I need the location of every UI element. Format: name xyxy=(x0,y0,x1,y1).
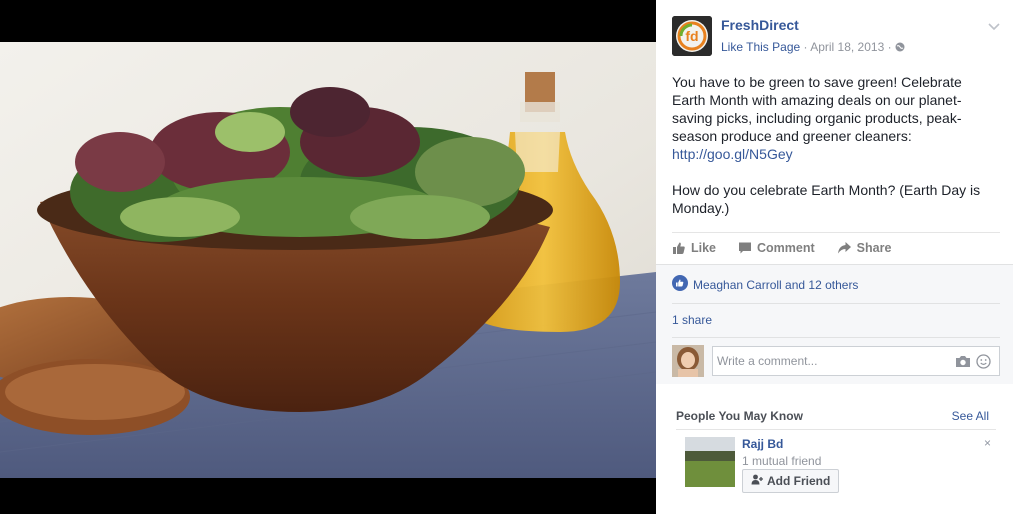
close-icon[interactable]: × xyxy=(984,436,991,450)
commenter-avatar xyxy=(672,345,704,377)
camera-icon[interactable] xyxy=(955,354,971,373)
comment-box xyxy=(712,346,1000,376)
add-friend-button[interactable]: Add Friend xyxy=(742,469,840,493)
post-actions: Like Comment Share xyxy=(672,238,891,258)
actions-divider xyxy=(672,232,1000,233)
post-paragraph-1-text: You have to be green to save green! Cele… xyxy=(672,74,962,144)
meta-separator: · xyxy=(803,40,808,54)
photo-viewer xyxy=(0,0,656,514)
feedback-section: Meaghan Carroll and 12 others 1 share xyxy=(656,264,1013,384)
post-link[interactable]: http://goo.gl/N5Gey xyxy=(672,146,793,162)
comment-icon xyxy=(738,241,752,255)
page-avatar[interactable]: fd xyxy=(672,16,712,56)
reactions-text: Meaghan Carroll and 12 others xyxy=(693,277,859,292)
reactions-summary[interactable]: Meaghan Carroll and 12 others xyxy=(672,275,858,294)
friend-name-link[interactable]: Rajj Bd xyxy=(742,437,783,451)
feedback-divider-1 xyxy=(672,303,1000,304)
share-icon xyxy=(837,241,852,255)
meta-separator-2: · xyxy=(887,40,892,54)
post-panel: fd FreshDirect Like This Page · April 18… xyxy=(656,0,1013,514)
post-date[interactable]: April 18, 2013 xyxy=(810,40,884,54)
share-label: Share xyxy=(856,241,892,255)
like-label: Like xyxy=(691,241,717,255)
globe-icon xyxy=(895,41,905,55)
post-paragraph-2: How do you celebrate Earth Month? (Earth… xyxy=(672,182,981,216)
like-page-link[interactable]: Like This Page xyxy=(721,40,800,54)
chevron-down-icon[interactable] xyxy=(986,18,1002,34)
see-all-link[interactable]: See All xyxy=(952,409,989,423)
pymk-divider xyxy=(676,429,996,430)
post-meta: Like This Page · April 18, 2013 · xyxy=(721,40,905,55)
comment-button[interactable]: Comment xyxy=(738,238,815,258)
post-photo[interactable] xyxy=(0,42,656,478)
page-name-link[interactable]: FreshDirect xyxy=(721,17,799,33)
feedback-divider-2 xyxy=(672,337,1000,338)
people-you-may-know: People You May Know See All Rajj Bd 1 mu… xyxy=(656,384,1013,514)
post-paragraph-1: You have to be green to save green! Cele… xyxy=(672,73,998,163)
post-message: You have to be green to save green! Cele… xyxy=(672,73,998,235)
smiley-icon[interactable] xyxy=(976,354,991,374)
comment-label: Comment xyxy=(757,241,815,255)
comment-input[interactable] xyxy=(713,347,943,375)
add-friend-icon xyxy=(751,474,763,488)
thumbs-up-icon xyxy=(672,241,686,255)
shares-count[interactable]: 1 share xyxy=(672,313,712,327)
post-header: fd FreshDirect Like This Page · April 18… xyxy=(672,16,1002,60)
mutual-friends[interactable]: 1 mutual friend xyxy=(742,454,821,468)
like-button[interactable]: Like xyxy=(672,238,716,258)
svg-text:fd: fd xyxy=(685,28,698,44)
add-friend-label: Add Friend xyxy=(767,474,831,488)
share-button[interactable]: Share xyxy=(837,238,892,258)
friend-avatar[interactable] xyxy=(685,437,735,487)
pymk-title: People You May Know xyxy=(676,409,803,423)
like-reaction-icon xyxy=(672,275,688,294)
